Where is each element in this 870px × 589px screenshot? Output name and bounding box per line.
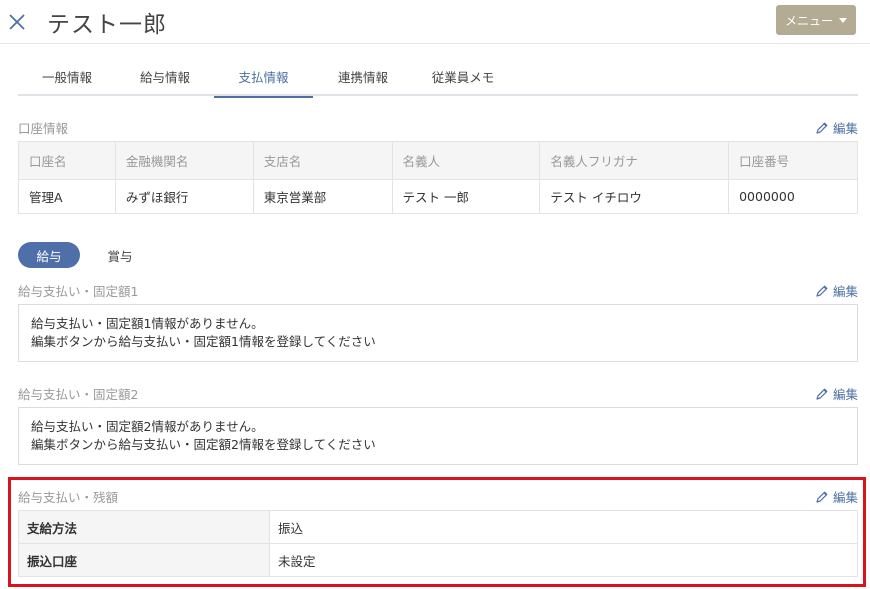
column-header-bank-name: 金融機関名 bbox=[114, 141, 254, 180]
cell-bank-name: みずほ銀行 bbox=[114, 179, 254, 214]
remainder-table: 支給方法 振込 振込口座 未設定 bbox=[18, 510, 858, 577]
fixed1-edit-button[interactable]: 編集 bbox=[815, 281, 858, 300]
cell-account-name: 管理A bbox=[18, 179, 116, 214]
tab-general-info[interactable]: 一般情報 bbox=[18, 63, 116, 96]
cell-account-number: 0000000 bbox=[728, 179, 858, 214]
tab-bar: 一般情報 給与情報 支払情報 連携情報 従業員メモ bbox=[18, 63, 858, 98]
tab-employee-memo[interactable]: 従業員メモ bbox=[413, 63, 513, 96]
tab-salary-info[interactable]: 給与情報 bbox=[116, 63, 214, 96]
cell-branch-name: 東京営業部 bbox=[252, 179, 393, 214]
fixed2-message-line2: 編集ボタンから給与支払い・固定額2情報を登録してください bbox=[31, 437, 376, 452]
table-header-row: 口座名 金融機関名 支店名 名義人 名義人フリガナ 口座番号 bbox=[18, 141, 858, 180]
tab-bonus[interactable]: 賞与 bbox=[80, 242, 160, 268]
pencil-icon bbox=[816, 285, 828, 297]
cell-holder-kana: テスト イチロウ bbox=[539, 179, 730, 214]
edit-label: 編集 bbox=[832, 387, 858, 402]
pencil-icon bbox=[816, 491, 828, 503]
account-section-title: 口座情報 bbox=[18, 121, 69, 136]
fixed2-edit-button[interactable]: 編集 bbox=[815, 384, 858, 403]
fixed1-message-line2: 編集ボタンから給与支払い・固定額1情報を登録してください bbox=[31, 334, 376, 349]
cell-holder: テスト 一郎 bbox=[391, 179, 541, 214]
tab-payment-info[interactable]: 支払情報 bbox=[214, 63, 313, 98]
table-row: 振込口座 未設定 bbox=[18, 543, 858, 577]
column-header-holder: 名義人 bbox=[391, 141, 541, 180]
pencil-icon bbox=[816, 388, 828, 400]
payment-method-label: 支給方法 bbox=[18, 510, 270, 544]
edit-label: 編集 bbox=[832, 284, 858, 299]
menu-button[interactable]: メニュー bbox=[776, 5, 856, 35]
transfer-account-label: 振込口座 bbox=[18, 543, 270, 577]
caret-down-icon bbox=[839, 17, 847, 23]
edit-label: 編集 bbox=[832, 490, 858, 505]
table-row: 支給方法 振込 bbox=[18, 510, 858, 544]
column-header-account-number: 口座番号 bbox=[728, 141, 858, 180]
remainder-section-title: 給与支払い・残額 bbox=[18, 490, 119, 505]
column-header-branch-name: 支店名 bbox=[252, 141, 393, 180]
tab-integration-info[interactable]: 連携情報 bbox=[313, 63, 413, 96]
close-icon[interactable] bbox=[6, 10, 28, 32]
tab-salary[interactable]: 給与 bbox=[18, 242, 80, 268]
payment-method-value: 振込 bbox=[269, 510, 858, 544]
fixed1-message-line1: 給与支払い・固定額1情報がありません。 bbox=[31, 316, 264, 331]
account-table: 口座名 金融機関名 支店名 名義人 名義人フリガナ 口座番号 管理A みずほ銀行… bbox=[18, 141, 858, 214]
table-row: 管理A みずほ銀行 東京営業部 テスト 一郎 テスト イチロウ 0000000 bbox=[18, 179, 858, 214]
page-header: テスト一郎 メニュー bbox=[0, 0, 870, 44]
fixed2-message-line1: 給与支払い・固定額2情報がありません。 bbox=[31, 419, 264, 434]
page-title: テスト一郎 bbox=[47, 12, 167, 38]
remainder-edit-button[interactable]: 編集 bbox=[815, 487, 858, 506]
fixed1-section-title: 給与支払い・固定額1 bbox=[18, 284, 139, 299]
fixed2-section-title: 給与支払い・固定額2 bbox=[18, 387, 139, 402]
pencil-icon bbox=[816, 122, 828, 134]
pay-type-tabs: 給与 賞与 bbox=[18, 242, 160, 268]
column-header-holder-kana: 名義人フリガナ bbox=[539, 141, 730, 180]
fixed2-empty-message: 給与支払い・固定額2情報がありません。 編集ボタンから給与支払い・固定額2情報を… bbox=[18, 407, 858, 465]
column-header-account-name: 口座名 bbox=[18, 141, 116, 180]
edit-label: 編集 bbox=[832, 121, 858, 136]
account-edit-button[interactable]: 編集 bbox=[815, 118, 858, 137]
fixed1-empty-message: 給与支払い・固定額1情報がありません。 編集ボタンから給与支払い・固定額1情報を… bbox=[18, 304, 858, 362]
transfer-account-value: 未設定 bbox=[269, 543, 858, 577]
menu-button-label: メニュー bbox=[784, 13, 833, 28]
